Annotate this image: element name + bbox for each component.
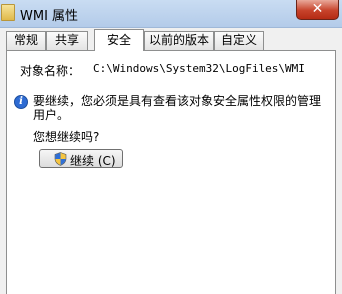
folder-icon	[1, 4, 15, 21]
uac-shield-icon	[54, 152, 67, 166]
tab-general[interactable]: 常规	[6, 31, 46, 50]
continue-question: 您想继续吗?	[33, 130, 100, 144]
close-button[interactable]: ✕	[296, 0, 339, 20]
security-panel: 对象名称： C:\Windows\System32\LogFiles\WMI i…	[6, 50, 336, 294]
tab-security[interactable]: 安全	[94, 29, 144, 51]
tab-customize[interactable]: 自定义	[214, 31, 264, 50]
tab-previous-versions[interactable]: 以前的版本	[144, 31, 214, 50]
continue-button-label: 继续 (C)	[70, 154, 116, 168]
object-name-value: C:\Windows\System32\LogFiles\WMI	[93, 62, 305, 75]
info-icon: i	[14, 95, 28, 109]
tab-sharing[interactable]: 共享	[46, 31, 88, 50]
permission-info-text: 要继续，您必须是具有查看该对象安全属性权限的管理用户。	[33, 94, 322, 122]
object-name-label: 对象名称：	[20, 64, 81, 78]
continue-button[interactable]: 继续 (C)	[39, 149, 123, 168]
title-bar: WMI 属性 ✕	[0, 0, 342, 28]
window-title: WMI 属性	[20, 9, 79, 24]
